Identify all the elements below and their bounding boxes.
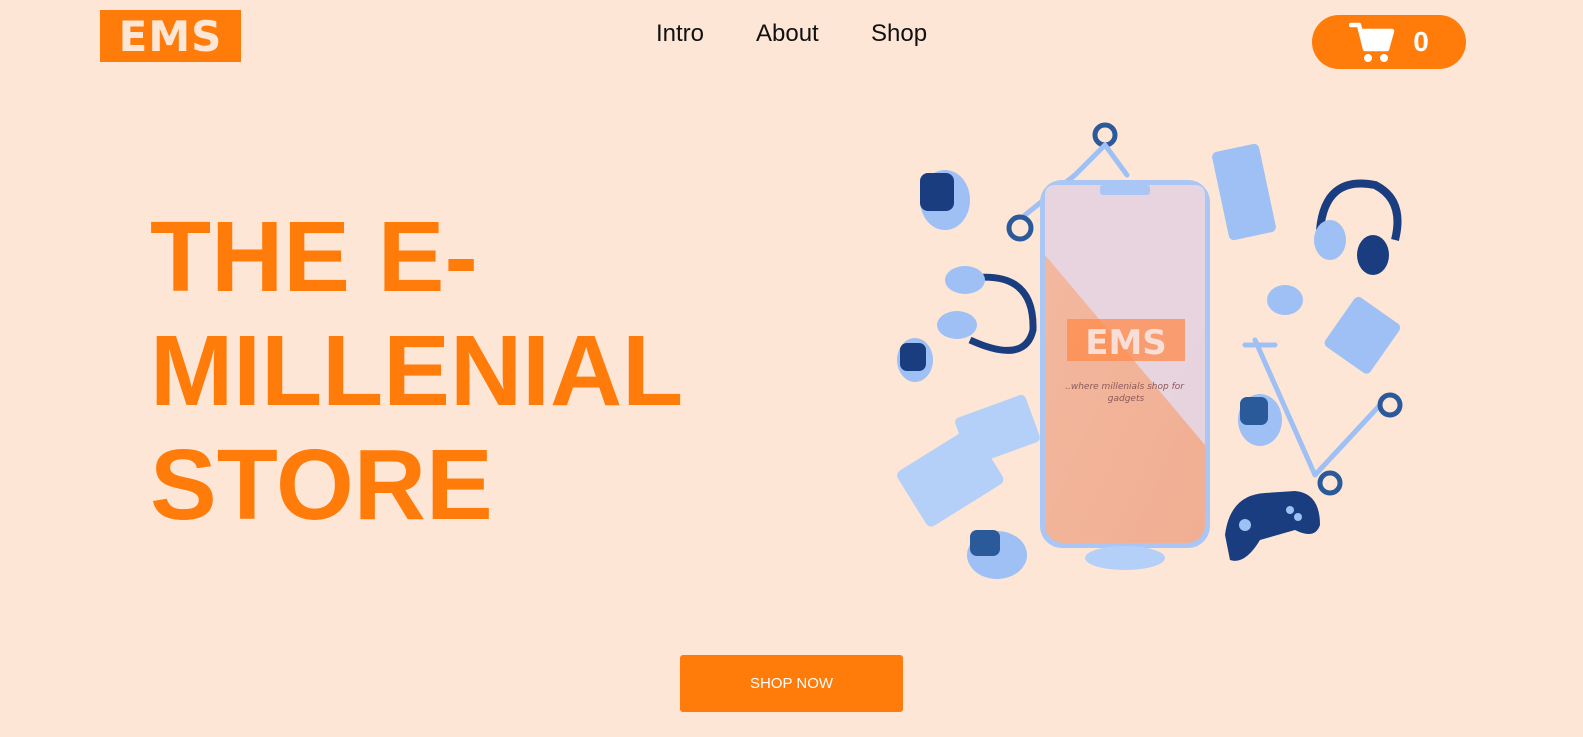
- hero-gadgets-image: EMS ..where millenials shop for gadgets: [897, 122, 1403, 579]
- phone-tagline-2: gadgets: [1108, 394, 1145, 404]
- phone-illustration: EMS ..where millenials shop for gadgets: [1040, 180, 1210, 548]
- phone-logo-text: EMS: [1085, 323, 1167, 363]
- headline-line: THE E-: [150, 201, 478, 313]
- cart-icon: [1349, 22, 1395, 62]
- phone-tagline-1: ..where millenials shop for: [1065, 382, 1185, 392]
- headline-line: MILLENIAL: [150, 315, 684, 427]
- cart-count: 0: [1413, 26, 1429, 57]
- hero-headline: THE E- MILLENIAL STORE: [150, 200, 683, 542]
- nav-link-intro[interactable]: Intro: [656, 20, 704, 48]
- nav-link-about[interactable]: About: [756, 20, 819, 48]
- brand-logo[interactable]: EMS: [100, 10, 241, 62]
- shop-now-button[interactable]: SHOP NOW: [680, 655, 903, 712]
- cart-button[interactable]: 0: [1312, 15, 1466, 69]
- headline-line: STORE: [150, 429, 493, 541]
- gamepad-icon: [1225, 491, 1320, 561]
- nav-link-shop[interactable]: Shop: [871, 20, 927, 48]
- mouse-icon: [1085, 546, 1165, 570]
